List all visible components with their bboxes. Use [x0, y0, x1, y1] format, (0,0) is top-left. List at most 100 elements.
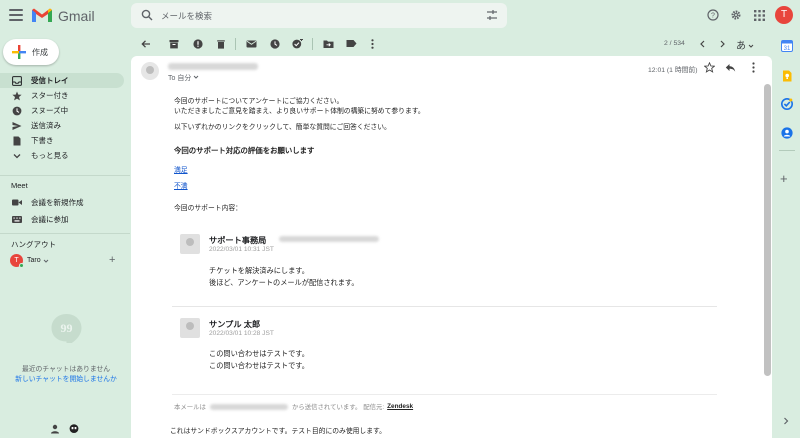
hangouts-user[interactable]: T Taro: [10, 254, 49, 268]
page-counter: 2 / 534: [664, 40, 685, 47]
chevron-down-icon: [43, 259, 48, 263]
tasks-icon[interactable]: [781, 98, 793, 110]
search-input[interactable]: [161, 6, 461, 25]
scrollbar-thumb[interactable]: [764, 84, 771, 376]
meet-new-meeting[interactable]: 会議を新規作成: [12, 197, 84, 208]
no-chat-text: 最近のチャットはありません: [21, 366, 111, 373]
sidebar-item-label: 送信済み: [31, 121, 61, 130]
online-status-dot: [19, 263, 24, 268]
zendesk-link[interactable]: Zendesk: [387, 403, 413, 410]
recipient-line[interactable]: To 自分: [168, 73, 199, 83]
trash-icon[interactable]: [215, 38, 226, 49]
quoted-line-2: 後ほど、アンケートのメールが配信されます。: [209, 278, 359, 287]
sidebar-item-label: 下書き: [31, 136, 54, 145]
sidebar-item-label: スヌーズ中: [31, 106, 69, 115]
link-dissatisfied[interactable]: 不満: [174, 180, 188, 190]
quoted-line-1: この問い合わせはテストです。: [209, 349, 309, 358]
help-icon[interactable]: ?: [703, 5, 723, 25]
start-chat-link[interactable]: 新しいチャットを開始しませんか: [0, 373, 132, 383]
settings-gear-icon[interactable]: [726, 5, 746, 25]
intro-line-3: 以下いずれかのリンクをクリックして、簡単な質問にご回答ください。: [174, 124, 391, 131]
mark-unread-icon[interactable]: [246, 38, 257, 49]
message-pane: To 自分 12:01 (1 時間前) 今回のサポートについてアンケートにご協力…: [131, 56, 772, 438]
compose-label: 作成: [32, 48, 48, 57]
chevron-left-icon[interactable]: [697, 38, 708, 49]
contacts-icon[interactable]: [781, 127, 793, 139]
sidebar-item-snoozed[interactable]: スヌーズ中: [0, 103, 130, 118]
keep-icon[interactable]: [781, 70, 793, 82]
chevron-right-icon[interactable]: [781, 416, 791, 426]
message-timestamp: 12:01 (1 時間前): [648, 67, 698, 74]
chevron-down-icon: [193, 75, 199, 79]
send-icon: [12, 121, 22, 130]
search-options-icon[interactable]: [486, 9, 498, 21]
support-content-label: 今回のサポート内容：: [174, 205, 242, 212]
meet-section-title: Meet: [11, 181, 28, 190]
label-icon[interactable]: [346, 38, 357, 49]
main-menu-icon[interactable]: [9, 9, 23, 21]
quote-divider: [172, 306, 717, 307]
input-tools-selector[interactable]: あ: [736, 37, 754, 52]
top-bar: Gmail ? T: [0, 0, 800, 32]
sandbox-notice: これはサンドボックスアカウントです。テスト目的にのみ使用します。: [170, 428, 386, 435]
reply-icon[interactable]: [725, 62, 736, 73]
account-avatar[interactable]: T: [775, 6, 793, 24]
add-addon-plus-icon[interactable]: +: [780, 172, 788, 185]
sidebar-item-label: もっと見る: [31, 151, 69, 160]
star-outline-icon[interactable]: [704, 62, 715, 73]
meet-join-meeting[interactable]: 会議に参加: [12, 214, 69, 225]
sidebar-item-drafts[interactable]: 下書き: [0, 133, 130, 148]
sidebar-item-inbox[interactable]: 受信トレイ: [0, 73, 124, 88]
intro-line-2: いただきましたご意見を踏まえ、より良いサポート体制の構築に努めて参ります。: [174, 108, 425, 115]
sidebar-item-more[interactable]: もっと見る: [0, 148, 130, 163]
footer-divider: [172, 394, 717, 395]
compose-button[interactable]: 作成: [3, 39, 59, 65]
back-arrow-icon[interactable]: [140, 38, 151, 49]
plus-icon: [12, 45, 26, 59]
sidebar-item-starred[interactable]: スター付き: [0, 88, 130, 103]
hangouts-icon[interactable]: [69, 424, 79, 434]
rating-heading: 今回のサポート対応の評価をお願いします: [174, 146, 315, 155]
quoted-line-1: チケットを解決済みにします。: [209, 266, 309, 275]
clock-icon: [12, 106, 22, 115]
rail-divider: [779, 150, 795, 151]
footer-address-redacted: [209, 403, 288, 410]
hangouts-section-title: ハングアウト: [11, 240, 56, 249]
star-icon: [12, 91, 22, 100]
svg-text:99: 99: [61, 321, 73, 335]
apps-grid-icon[interactable]: [749, 5, 769, 25]
new-chat-plus-icon[interactable]: +: [109, 254, 115, 266]
chevron-down-icon: [13, 153, 21, 158]
meet-join-meeting-label: 会議に参加: [31, 215, 69, 224]
inbox-icon: [12, 75, 22, 86]
sidebar-item-sent[interactable]: 送信済み: [0, 118, 130, 133]
draft-icon: [13, 136, 21, 145]
move-to-folder-icon[interactable]: [323, 38, 334, 49]
sidebar-item-label: 受信トレイ: [31, 76, 69, 85]
chevron-right-icon[interactable]: [717, 38, 728, 49]
input-tools-label: あ: [736, 41, 746, 52]
gmail-logo[interactable]: [31, 7, 53, 23]
add-task-icon[interactable]: [292, 38, 303, 49]
more-options-icon[interactable]: [367, 38, 378, 49]
svg-text:?: ?: [711, 13, 715, 20]
person-icon[interactable]: [50, 424, 60, 434]
quoted-date: 2022/03/01 10:31 JST: [209, 246, 274, 253]
meet-new-meeting-label: 会議を新規作成: [31, 198, 84, 207]
calendar-icon[interactable]: 31: [781, 40, 793, 52]
more-options-icon[interactable]: [748, 62, 759, 73]
chevron-down-icon: [748, 44, 754, 48]
report-spam-icon[interactable]: [192, 38, 203, 49]
quoted-date: 2022/03/01 10:28 JST: [209, 330, 274, 337]
search-icon[interactable]: [141, 9, 153, 21]
snooze-clock-icon[interactable]: [269, 38, 280, 49]
sidebar-divider: [0, 175, 130, 176]
svg-text:31: 31: [784, 46, 791, 52]
link-satisfied[interactable]: 満足: [174, 164, 188, 174]
toolbar-divider: [235, 38, 236, 50]
sidebar-divider: [0, 233, 130, 234]
sender-avatar: [141, 62, 159, 80]
keyboard-icon: [12, 216, 22, 223]
archive-icon[interactable]: [168, 38, 179, 49]
brand-name: Gmail: [58, 8, 95, 24]
